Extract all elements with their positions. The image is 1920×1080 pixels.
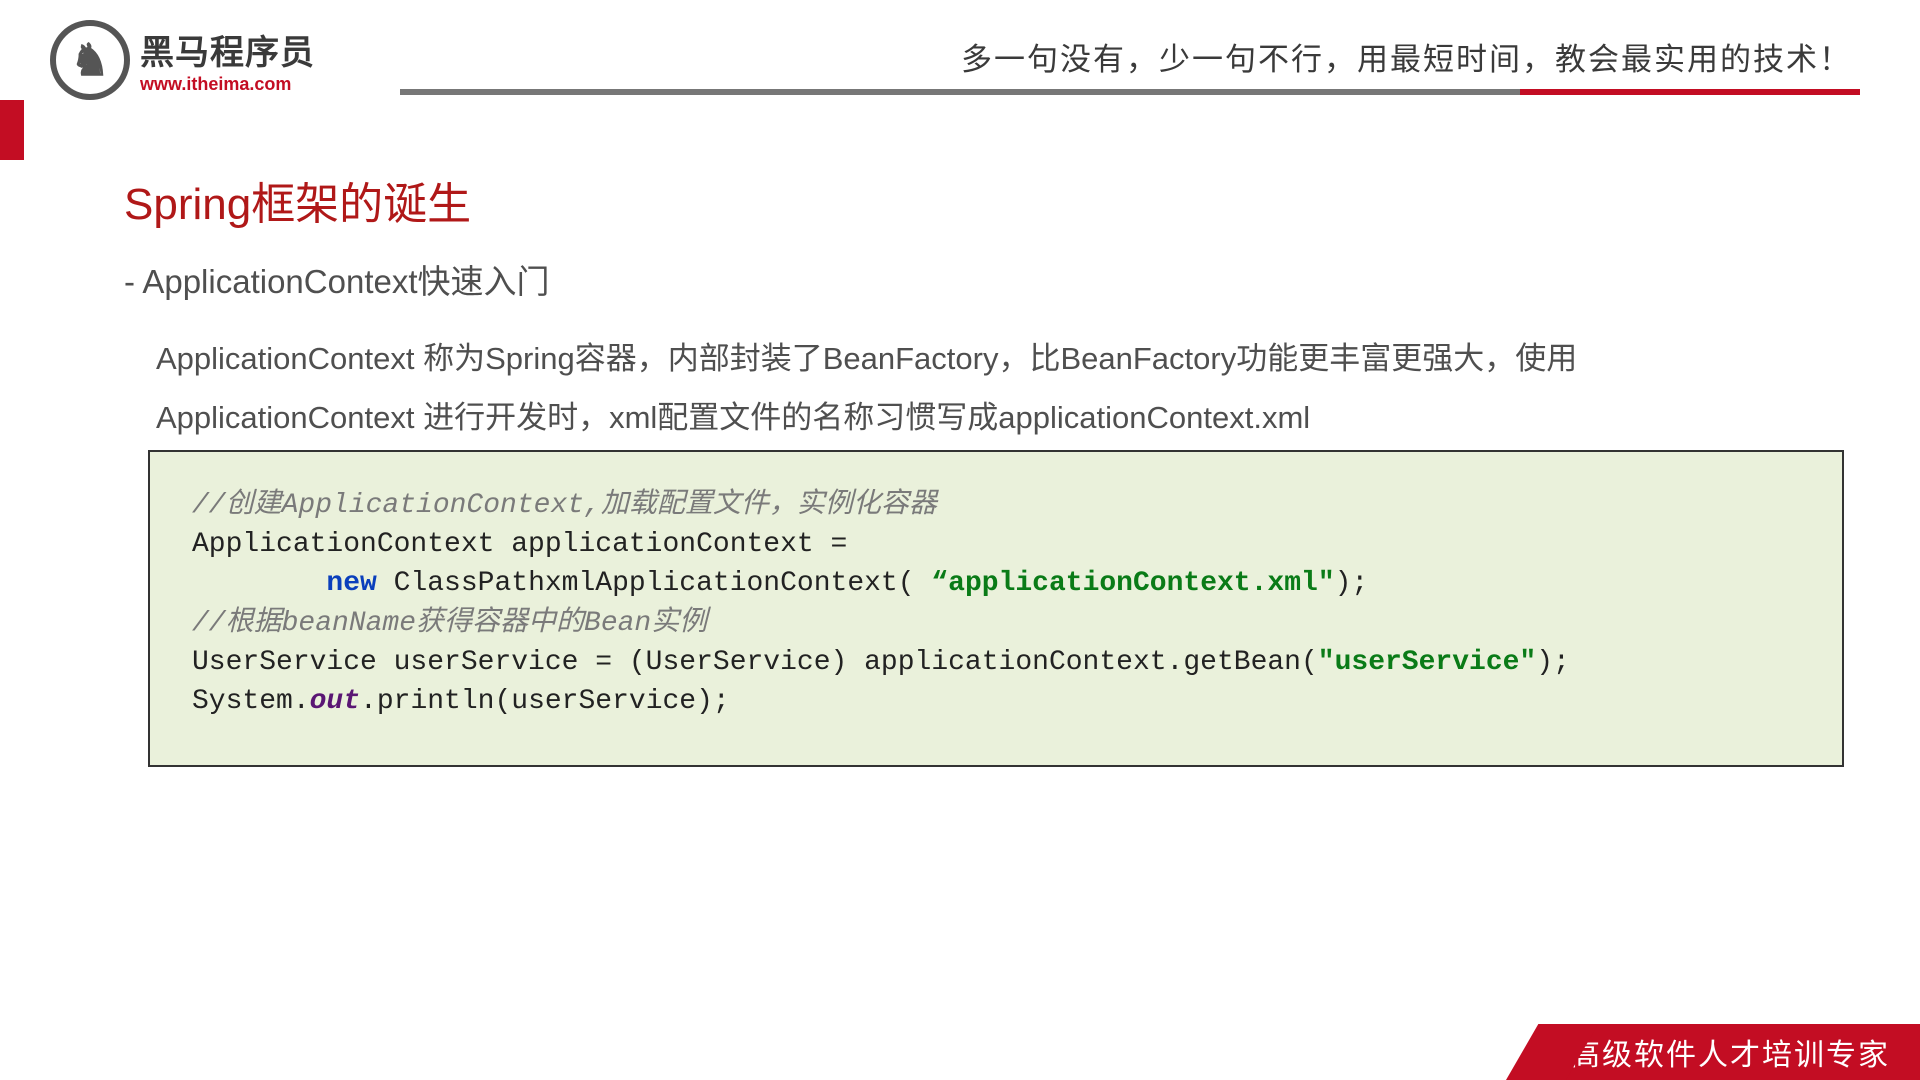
logo-icon: ♞	[50, 20, 130, 100]
slogan-underline	[400, 89, 1860, 95]
logo: ♞ 黑马程序员 www.itheima.com	[50, 20, 315, 100]
logo-url: www.itheima.com	[140, 74, 315, 95]
code-comment: //根据beanName获得容器中的Bean实例	[192, 608, 707, 639]
code-block: //创建ApplicationContext,加载配置文件，实例化容器 Appl…	[148, 450, 1844, 767]
code-text: UserService userService = (UserService) …	[192, 647, 1318, 678]
description-paragraph: ApplicationContext 称为Spring容器，内部封装了BeanF…	[156, 330, 1720, 448]
footer-label: 高级软件人才培训专家	[1550, 1024, 1920, 1080]
code-text: “	[931, 568, 948, 599]
code-comment: //创建ApplicationContext,加载配置文件，实例化容器	[192, 490, 937, 521]
code-text: );	[1335, 568, 1369, 599]
code-string: "userService"	[1318, 647, 1536, 678]
slogan-bar: 多一句没有，少一句不行，用最短时间，教会最实用的技术！	[400, 34, 1860, 95]
subtitle: - ApplicationContext快速入门	[124, 255, 550, 303]
logo-text: 黑马程序员	[140, 25, 315, 74]
page-title: Spring框架的诞生	[124, 168, 471, 232]
code-field: out	[310, 686, 360, 717]
header: ♞ 黑马程序员 www.itheima.com 多一句没有，少一句不行，用最短时…	[0, 0, 1920, 140]
slide: ♞ 黑马程序员 www.itheima.com 多一句没有，少一句不行，用最短时…	[0, 0, 1920, 1080]
code-text: System.	[192, 686, 310, 717]
footer: 高级软件人才培训专家	[1506, 1024, 1920, 1080]
code-indent	[192, 568, 326, 599]
code-string: applicationContext.xml"	[948, 568, 1334, 599]
code-text: ApplicationContext applicationContext =	[192, 529, 847, 560]
code-text: );	[1536, 647, 1570, 678]
logo-text-wrap: 黑马程序员 www.itheima.com	[140, 25, 315, 95]
slogan-text: 多一句没有，少一句不行，用最短时间，教会最实用的技术！	[400, 34, 1860, 79]
code-keyword: new	[326, 568, 376, 599]
code-text: ClassPathxmlApplicationContext(	[377, 568, 932, 599]
code-text: .println(userService);	[360, 686, 730, 717]
